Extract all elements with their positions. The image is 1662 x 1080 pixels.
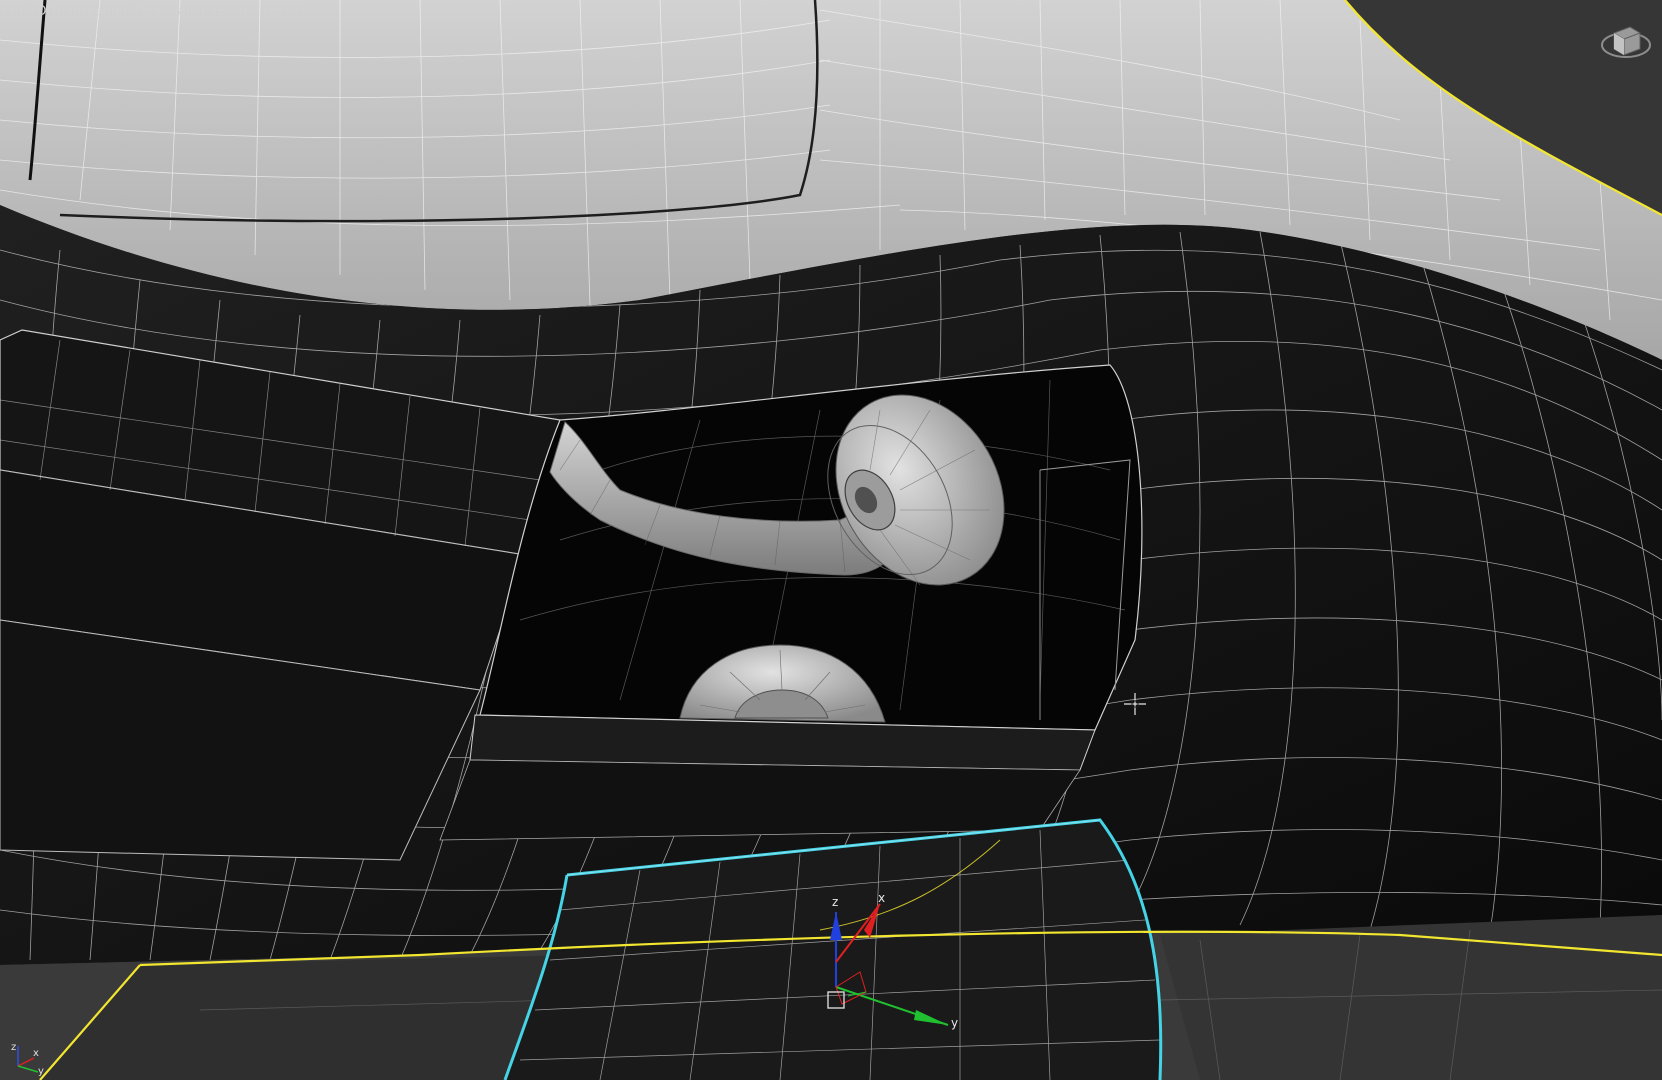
gizmo-y-label: y [951,1016,958,1030]
gizmo-y-axis[interactable]: y [835,986,958,1030]
corner-x-label: x [33,1048,39,1059]
gizmo-z-label: z [832,895,838,909]
viewport-perspective[interactable]: [+] [Orthographic] [Standard] [Edged Fac… [0,0,1662,1080]
gizmo-z-axis[interactable]: z [830,895,842,987]
corner-z-label: z [11,1042,16,1053]
viewport-display-mode[interactable]: [Edged Faces] [213,4,304,19]
viewport-shading[interactable]: [Standard] [135,4,204,19]
transform-gizmo-icon[interactable]: z x y [808,892,958,1037]
viewport-menu-plus[interactable]: [+] [2,4,23,19]
viewcube-icon[interactable] [1600,15,1652,67]
gizmo-center-box[interactable] [827,991,845,1009]
crosshair-cursor-icon [1124,693,1146,715]
viewport-label: [+] [Orthographic] [Standard] [Edged Fac… [2,4,308,19]
corner-y-label: y [38,1066,44,1076]
gizmo-x-axis[interactable]: x [835,892,885,963]
viewport-view-type[interactable]: [Orthographic] [31,4,127,19]
world-axis-tripod-icon: z x y [11,1042,44,1076]
gizmo-x-label: x [878,892,885,905]
